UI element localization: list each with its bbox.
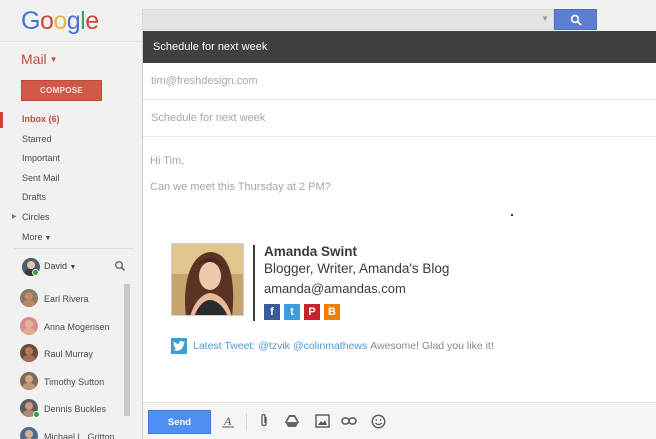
signature-photo [171, 243, 244, 316]
logo-letter: e [85, 7, 99, 35]
contact-name: Raul Murray [44, 349, 94, 359]
avatar [20, 426, 38, 439]
contacts-scrollbar[interactable] [124, 284, 130, 416]
people-search-icon[interactable] [114, 260, 126, 275]
compose-button[interactable]: COMPOSE [21, 80, 102, 101]
formatting-icon[interactable]: A [219, 412, 237, 430]
tweet-handle[interactable]: @colinmathews [293, 340, 367, 352]
signature-name: Amanda Swint [264, 244, 358, 259]
online-status-icon [32, 269, 39, 276]
compose-title[interactable]: Schedule for next week [143, 31, 656, 63]
google-logo[interactable]: Google [21, 7, 99, 36]
logo-letter: o [53, 7, 67, 35]
nav-item-label: Starred [22, 133, 52, 144]
logo-letter: o [39, 7, 54, 35]
message-body[interactable]: Hi Tim, Can we meet this Thursday at 2 P… [150, 151, 650, 203]
contact-item[interactable]: Timothy Sutton [20, 371, 124, 399]
search-icon [570, 14, 582, 26]
pinterest-icon[interactable]: P [304, 304, 320, 320]
avatar [20, 371, 38, 390]
logo-letter: G [21, 7, 40, 35]
contact-name: Anna Mogensen [44, 321, 110, 332]
signature-email[interactable]: amanda@amandas.com [264, 281, 406, 296]
photo-icon[interactable] [313, 412, 331, 430]
subject-field[interactable]: Schedule for next week [143, 100, 656, 137]
compose-toolbar: Send A [143, 402, 656, 439]
tweet-text: Awesome! Glad you like it! [370, 340, 494, 352]
avatar [20, 344, 38, 362]
signature-divider [253, 245, 255, 321]
avatar [20, 289, 38, 307]
emoji-icon[interactable] [369, 412, 387, 430]
contact-item[interactable]: Raul Murray [20, 343, 124, 371]
attach-icon[interactable] [255, 412, 273, 430]
online-status-icon [33, 411, 40, 418]
signature-title: Blogger, Writer, Amanda's Blog [264, 261, 450, 276]
link-icon[interactable] [340, 412, 358, 430]
nav-item-label: Drafts [22, 192, 47, 203]
mail-label: Mail [21, 51, 47, 67]
latest-tweet: Latest Tweet: @tzvik @colinmathews Aweso… [171, 337, 494, 355]
nav-item-important[interactable]: Important [0, 149, 142, 169]
twitter-bird-icon [171, 338, 187, 354]
drive-icon[interactable] [283, 412, 301, 430]
email-signature: Amanda Swint Blogger, Writer, Amanda's B… [171, 243, 641, 333]
contact-item[interactable]: Michael L. Gritton [20, 426, 124, 439]
avatar [20, 316, 38, 335]
twitter-icon[interactable]: t [284, 304, 300, 320]
text-cursor [511, 214, 513, 216]
nav-item-inbox[interactable]: Inbox (6) [0, 110, 142, 130]
nav-item-label: Inbox (6) [22, 114, 60, 124]
tweet-label[interactable]: Latest Tweet: [193, 340, 255, 352]
search-box[interactable]: ▼ [142, 9, 554, 30]
nav-item-label: More [22, 231, 43, 242]
nav-item-more[interactable]: More ▼ [0, 228, 142, 248]
send-button[interactable]: Send [148, 410, 211, 434]
chat-self[interactable]: David ▼ [22, 258, 134, 278]
search-button[interactable] [554, 9, 597, 30]
self-name: David ▼ [44, 261, 77, 271]
nav-item-label: Important [22, 153, 61, 164]
to-field[interactable]: tim@freshdesign.com [143, 63, 656, 100]
toolbar-separator [246, 413, 247, 431]
nav-item-label: Circles [22, 211, 50, 222]
contact-name: Earl Rivera [44, 294, 89, 304]
nav-item-starred[interactable]: Starred [0, 130, 142, 150]
tweet-handle[interactable]: @tzvik [258, 340, 290, 352]
nav-item-label: Sent Mail [22, 172, 60, 183]
nav-item-drafts[interactable]: Drafts [0, 188, 142, 208]
chevron-down-icon: ▼ [49, 55, 58, 64]
body-greeting: Hi Tim, [150, 155, 185, 167]
contact-item[interactable]: Dennis Buckles [20, 398, 124, 426]
facebook-icon[interactable]: f [264, 304, 280, 320]
chat-divider [14, 248, 134, 249]
expand-icon[interactable]: ▶ [12, 208, 17, 228]
contact-name: Timothy Sutton [44, 376, 105, 387]
contact-name: Dennis Buckles [44, 404, 107, 414]
mail-menu[interactable]: Mail ▼ [21, 51, 58, 67]
search-options-caret-icon[interactable]: ▼ [541, 14, 549, 23]
contact-item[interactable]: Earl Rivera [20, 288, 124, 316]
svg-text:A: A [223, 414, 232, 428]
contact-list: Earl Rivera Anna Mogensen Raul Murray Timot… [20, 288, 124, 439]
blogger-icon[interactable]: B [324, 304, 340, 320]
nav-item-circles[interactable]: ▶ Circles [0, 208, 142, 228]
logo-letter: g [66, 7, 81, 35]
header-divider [0, 41, 142, 42]
mail-nav: Inbox (6) Starred Important Sent Mail Drafts… [0, 110, 142, 247]
contact-item[interactable]: Anna Mogensen [20, 316, 124, 344]
compose-window: Schedule for next week tim@freshdesign.c… [142, 31, 656, 439]
contact-name: Michael L. Gritton [44, 431, 115, 439]
body-text: Can we meet this Thursday at 2 PM? [150, 181, 331, 193]
nav-item-sent-mail[interactable]: Sent Mail [0, 169, 142, 189]
chevron-down-icon: ▼ [44, 234, 52, 242]
social-links: ftPB [264, 304, 340, 320]
